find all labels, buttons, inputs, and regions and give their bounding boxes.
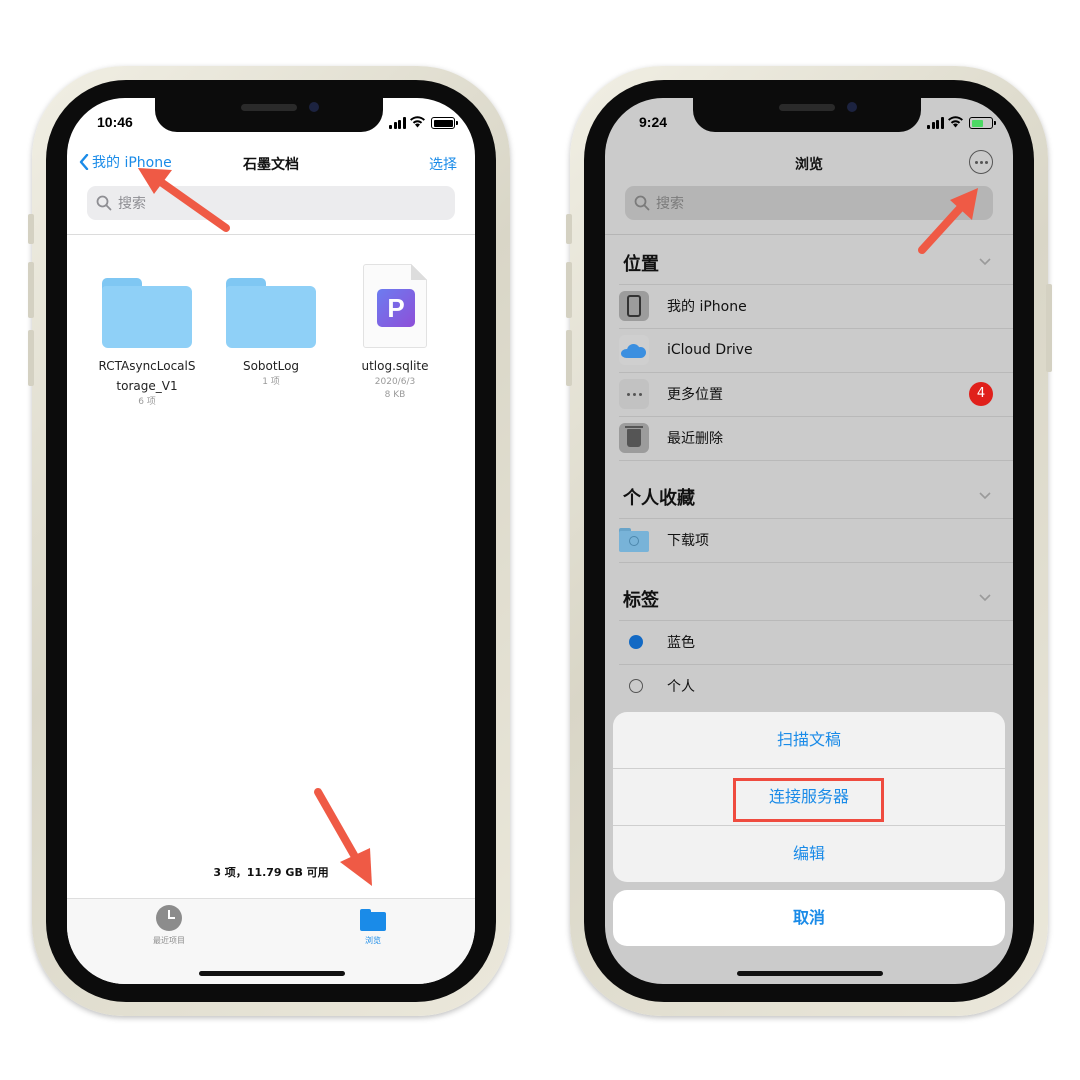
- page-title: 石墨文档: [243, 157, 299, 173]
- status-time: 10:46: [97, 114, 133, 130]
- more-icon: [619, 379, 649, 409]
- home-indicator: [737, 971, 883, 976]
- arrow-annotation: [918, 188, 978, 254]
- folder-icon: [360, 909, 386, 931]
- row-label: 蓝色: [667, 635, 695, 651]
- location-more[interactable]: 更多位置 4: [619, 372, 1013, 416]
- left-screen: 10:46 我的 iPhone 石墨文档 选择 搜索 RCTAsyncLocal…: [67, 98, 475, 984]
- file-item-rctasync[interactable]: RCTAsyncLocalS torage_V1 6 项: [85, 278, 209, 409]
- search-placeholder: 搜索: [656, 196, 684, 212]
- status-time: 9:24: [639, 114, 668, 130]
- tab-browse[interactable]: 浏览: [313, 905, 433, 946]
- tab-label: 最近项目: [153, 936, 185, 945]
- file-name: RCTAsyncLocalS torage_V1: [98, 359, 196, 393]
- wifi-icon: [948, 116, 963, 128]
- file-meta: 1 项: [262, 377, 280, 387]
- select-button[interactable]: 选择: [429, 154, 457, 174]
- file-name: SobotLog: [242, 359, 300, 373]
- cancel-button[interactable]: 取消: [613, 890, 1005, 946]
- trash-icon: [619, 423, 649, 453]
- document-icon: P: [363, 264, 427, 348]
- left-phone-frame: 10:46 我的 iPhone 石墨文档 选择 搜索 RCTAsyncLocal…: [28, 66, 510, 1016]
- wifi-icon: [410, 116, 425, 128]
- notch: [693, 98, 921, 132]
- tab-label: 浏览: [365, 936, 381, 945]
- icloud-icon: [619, 335, 649, 365]
- volume-up-button: [28, 262, 34, 318]
- folder-icon: [226, 278, 316, 350]
- row-label: iCloud Drive: [667, 342, 753, 358]
- clock-icon: [156, 905, 182, 931]
- row-label: 最近删除: [667, 431, 723, 447]
- divider: [67, 234, 475, 235]
- storage-summary: 3 项，11.79 GB 可用: [213, 866, 329, 879]
- battery-charging-icon: [969, 117, 996, 129]
- section-title-favorites: 个人收藏: [623, 488, 695, 509]
- row-label: 更多位置: [667, 387, 723, 403]
- battery-icon: [431, 117, 458, 129]
- file-item-utlog[interactable]: P utlog.sqlite 2020/6/3 8 KB: [333, 264, 457, 402]
- row-label: 个人: [667, 679, 695, 695]
- search-icon: [634, 195, 650, 211]
- mute-switch: [28, 214, 34, 244]
- download-folder-icon: [619, 528, 649, 552]
- file-date: 2020/6/3: [374, 377, 416, 387]
- favorite-downloads[interactable]: 下载项: [619, 518, 1013, 562]
- section-title-tags: 标签: [623, 590, 659, 611]
- file-item-sobotlog[interactable]: SobotLog 1 项: [209, 278, 333, 389]
- tab-recents[interactable]: 最近项目: [109, 905, 229, 946]
- search-icon: [96, 195, 112, 211]
- chevron-down-icon[interactable]: [979, 594, 991, 602]
- home-indicator: [199, 971, 345, 976]
- volume-down-button: [28, 330, 34, 386]
- file-name: utlog.sqlite: [361, 359, 429, 373]
- ellipsis-circle-icon[interactable]: [969, 150, 993, 174]
- scan-documents-button[interactable]: 扫描文稿: [613, 712, 1005, 768]
- edit-button[interactable]: 编辑: [613, 826, 1005, 882]
- notch: [155, 98, 383, 132]
- signal-icon: [389, 117, 406, 129]
- tag-blue[interactable]: 蓝色: [619, 620, 1013, 664]
- location-my-iphone[interactable]: 我的 iPhone: [619, 284, 1013, 328]
- location-icloud-drive[interactable]: iCloud Drive: [619, 328, 1013, 372]
- file-meta: 6 项: [138, 397, 156, 407]
- arrow-annotation: [138, 168, 230, 232]
- arrow-annotation: [314, 788, 372, 886]
- signal-icon: [927, 117, 944, 129]
- power-button: [1046, 284, 1052, 372]
- volume-up-button: [566, 262, 572, 318]
- file-size: 8 KB: [384, 390, 406, 400]
- location-recently-deleted[interactable]: 最近删除: [619, 416, 1013, 460]
- empty-circle-icon: [629, 679, 643, 693]
- page-title: 浏览: [795, 157, 823, 173]
- chevron-down-icon[interactable]: [979, 492, 991, 500]
- highlight-box: [733, 778, 884, 822]
- tag-personal[interactable]: 个人: [619, 664, 1013, 708]
- blue-dot-icon: [629, 635, 643, 649]
- folder-icon: [102, 278, 192, 350]
- nav-bar: 我的 iPhone 石墨文档 选择: [67, 150, 475, 180]
- section-title-locations: 位置: [623, 254, 659, 275]
- iphone-icon: [619, 291, 649, 321]
- volume-down-button: [566, 330, 572, 386]
- notification-badge: 4: [969, 382, 993, 406]
- row-label: 我的 iPhone: [667, 299, 747, 315]
- mute-switch: [566, 214, 572, 244]
- app-logo: P: [377, 289, 415, 327]
- row-label: 下载项: [667, 533, 709, 549]
